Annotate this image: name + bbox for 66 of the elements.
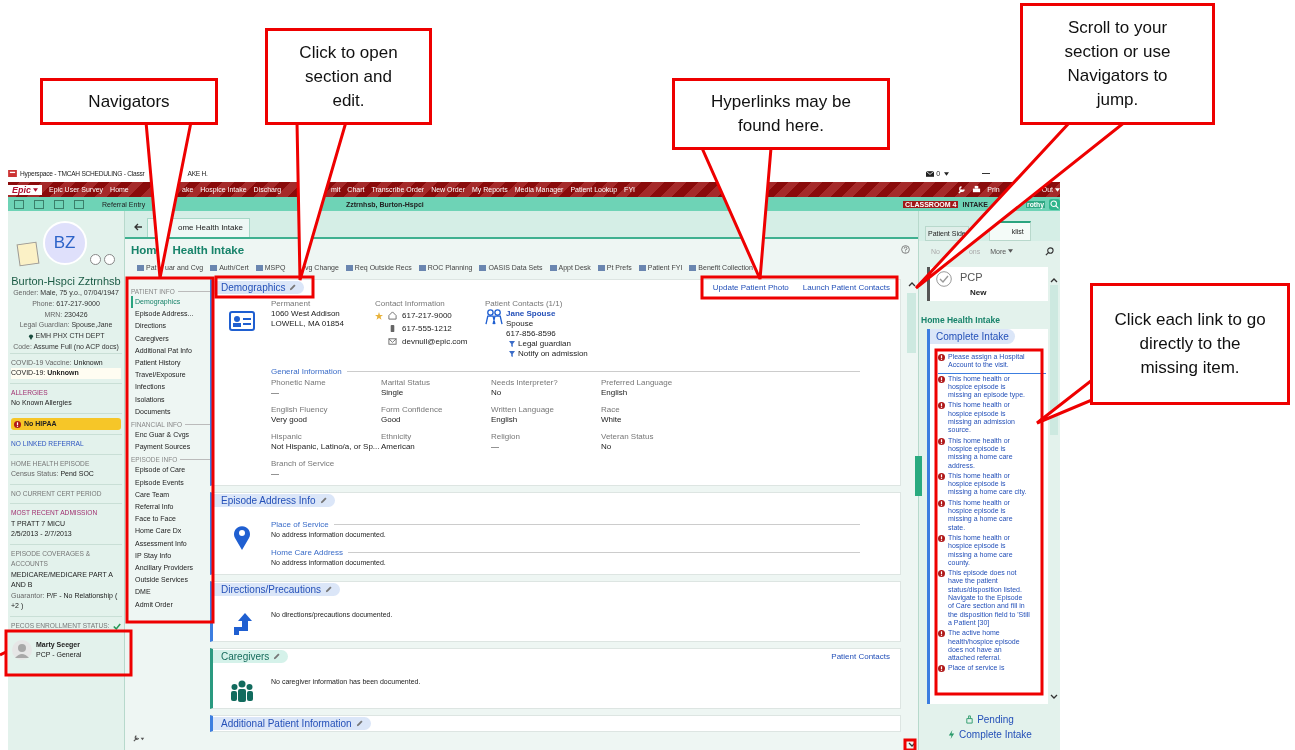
field-value: No — [491, 388, 503, 398]
field-label: English Fluency — [271, 405, 329, 415]
field-value: Not Hispanic, Latino/a, or Sp... — [271, 442, 381, 452]
field-value: English — [601, 388, 629, 398]
section-header[interactable]: Caregivers — [213, 650, 289, 663]
contact-name-link[interactable]: Jane Spouse — [506, 309, 588, 319]
section-header[interactable]: Additional Patient Information — [213, 717, 371, 730]
field-label: Permanent — [271, 299, 312, 309]
field-value: Good — [381, 415, 402, 425]
field-label: Preferred Language — [601, 378, 674, 388]
address-line: 1060 West Addison — [271, 309, 341, 319]
field-label: Branch of Service — [271, 459, 336, 469]
field-value: American — [381, 442, 416, 452]
section-link[interactable]: Launch Patient Contacts — [802, 283, 890, 292]
field-label: Contact Information — [375, 299, 446, 309]
field-label: Form Confidence — [381, 405, 444, 415]
checklist-title: Complete Intake — [930, 329, 1015, 344]
field-value: White — [601, 415, 623, 425]
field-value: — — [271, 469, 280, 479]
contact-value: devnull@epic.com — [402, 336, 468, 347]
field-label: Needs Interpreter? — [491, 378, 559, 388]
field-label: Written Language — [491, 405, 555, 415]
section-link[interactable]: Update Patient Photo — [712, 283, 789, 292]
callout-box: Navigators — [40, 78, 218, 125]
field-label: Veteran Status — [601, 432, 655, 442]
field-value: No — [601, 442, 613, 452]
field-value: Very good — [271, 415, 309, 425]
activity-title: Health Intake — [172, 243, 245, 256]
subsection-title: General Information — [271, 367, 342, 376]
contact-note: Legal guardian — [518, 339, 571, 349]
subsection-title: Place of Service — [271, 520, 329, 529]
callout-box: Click each link to go directly to the missing item. — [1090, 283, 1290, 405]
subsection-title: Home Care Address — [271, 548, 344, 557]
patient-name: Burton-Hspci Zztrnhsb — [10, 275, 122, 288]
field-label: Hispanic — [271, 432, 303, 442]
field-label: Race — [601, 405, 621, 415]
field-value: — — [271, 388, 280, 398]
epic-menu-button[interactable]: Epic — [8, 184, 42, 195]
contact-value: 617-555-1212 — [402, 323, 452, 334]
card-title: PCP — [960, 271, 984, 283]
field-label: Patient Contacts (1/1) — [485, 299, 564, 309]
contact-value: 617-217-9000 — [402, 310, 452, 321]
callout-box: Hyperlinks may be found here. — [672, 78, 890, 150]
field-label: Ethnicity — [381, 432, 413, 442]
contact-note: Notify on admission — [518, 349, 588, 359]
field-label: Marital Status — [381, 378, 431, 388]
field-value: Single — [381, 388, 405, 398]
contact-phone: 617-856-8596 — [506, 329, 557, 339]
status-label: New — [970, 288, 987, 297]
section-header[interactable]: Directions/Precautions — [213, 583, 341, 596]
field-label: Phonetic Name — [271, 378, 327, 388]
field-value: English — [491, 415, 519, 425]
patient-avatar: BZ — [42, 221, 87, 265]
activity-title: Hom — [131, 243, 157, 256]
callout-box: Scroll to your section or use Navigators to jump. — [1020, 3, 1215, 125]
section-link[interactable]: Patient Contacts — [831, 652, 890, 661]
contact-relation: Spouse — [506, 319, 535, 329]
complete-button[interactable]: Complete Intake — [947, 729, 1032, 740]
field-value: — — [491, 442, 500, 452]
panel-heading: Home Health Intake — [921, 315, 1001, 325]
pcp-status-card[interactable]: PCP New — [927, 267, 1048, 301]
pending-button[interactable]: Pending — [965, 714, 1014, 725]
section-header[interactable]: Episode Address Info — [213, 494, 335, 507]
callout-box: Click to open section and edit. — [265, 28, 432, 125]
field-label: Religion — [491, 432, 521, 442]
address-line: LOWELL, MA 01854 — [271, 319, 345, 329]
